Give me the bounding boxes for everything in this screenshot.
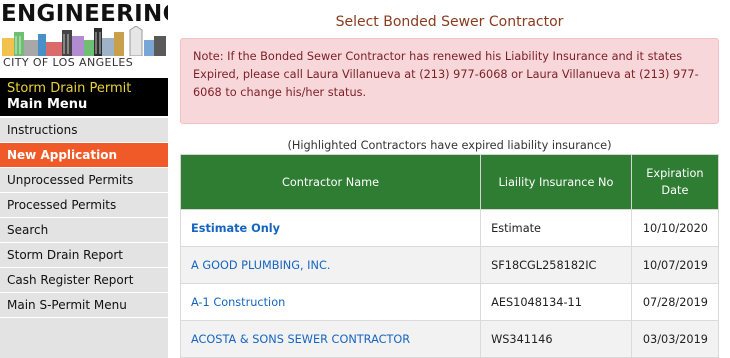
engineering-logo[interactable]: ENGINEERING CITY OF LOS ANGELES: [0, 0, 168, 74]
expiration-header-label: Expiration Date: [646, 167, 704, 197]
table-row: ACOSTA & SONS SEWER CONTRACTOR WS341146 …: [179, 320, 720, 358]
logo-subtitle: CITY OF LOS ANGELES: [3, 56, 134, 69]
column-header-insurance-no: Liaility Insurance No: [480, 154, 632, 210]
highlight-hint: (Highlighted Contractors have expired li…: [287, 139, 612, 152]
insurance-no-cell: Estimate: [480, 209, 632, 247]
insurance-no-cell: AES1048134-11: [480, 283, 632, 321]
column-header-expiration-date: Expiration Date: [630, 154, 720, 210]
menu-title-line2: Main Menu: [7, 97, 88, 112]
insurance-note-alert: Note: If the Bonded Sewer Contractor has…: [180, 38, 719, 124]
menu-header: Storm Drain Permit Main Menu: [0, 78, 168, 116]
expiration-date-cell: 10/07/2019: [630, 246, 720, 284]
table-header-row: Contractor Name Liaility Insurance No Ex…: [179, 154, 720, 210]
insurance-no-cell: SF18CGL258182IC: [480, 246, 632, 284]
menu-item-processed-permits[interactable]: Processed Permits: [0, 193, 168, 218]
main-menu-nav: Instructions New Application Unprocessed…: [0, 118, 168, 318]
menu-item-instructions[interactable]: Instructions: [0, 118, 168, 143]
menu-item-main-s-permit-menu[interactable]: Main S-Permit Menu: [0, 293, 168, 318]
menu-title-line1: Storm Drain Permit: [7, 81, 132, 96]
expiration-date-cell: 03/03/2019: [630, 320, 720, 358]
logo-title: ENGINEERING: [1, 1, 168, 27]
menu-item-cash-register-report[interactable]: Cash Register Report: [0, 268, 168, 293]
table-row: Estimate Only Estimate 10/10/2020: [179, 209, 720, 247]
menu-item-search[interactable]: Search: [0, 218, 168, 243]
contractor-name-link[interactable]: Estimate Only: [179, 209, 482, 247]
sidebar: ENGINEERING CITY OF LOS ANGELES Storm Dr…: [0, 0, 168, 358]
insurance-no-cell: WS341146: [480, 320, 632, 358]
menu-item-unprocessed-permits[interactable]: Unprocessed Permits: [0, 168, 168, 193]
expiration-date-cell: 10/10/2020: [630, 209, 720, 247]
contractor-name-link[interactable]: ACOSTA & SONS SEWER CONTRACTOR: [179, 320, 482, 358]
column-header-contractor-name: Contractor Name: [179, 154, 482, 210]
table-row: A GOOD PLUMBING, INC. SF18CGL258182IC 10…: [179, 246, 720, 284]
table-row: A-1 Construction AES1048134-11 07/28/201…: [179, 283, 720, 321]
menu-item-new-application[interactable]: New Application: [0, 143, 168, 168]
menu-item-storm-drain-report[interactable]: Storm Drain Report: [0, 243, 168, 268]
contractor-name-link[interactable]: A GOOD PLUMBING, INC.: [179, 246, 482, 284]
contractor-table: Contractor Name Liaility Insurance No Ex…: [179, 154, 720, 358]
sidebar-filler: [0, 318, 168, 358]
city-skyline-icon: [0, 26, 168, 56]
contractor-name-link[interactable]: A-1 Construction: [179, 283, 482, 321]
page-title: Select Bonded Sewer Contractor: [335, 14, 564, 30]
expiration-date-cell: 07/28/2019: [630, 283, 720, 321]
